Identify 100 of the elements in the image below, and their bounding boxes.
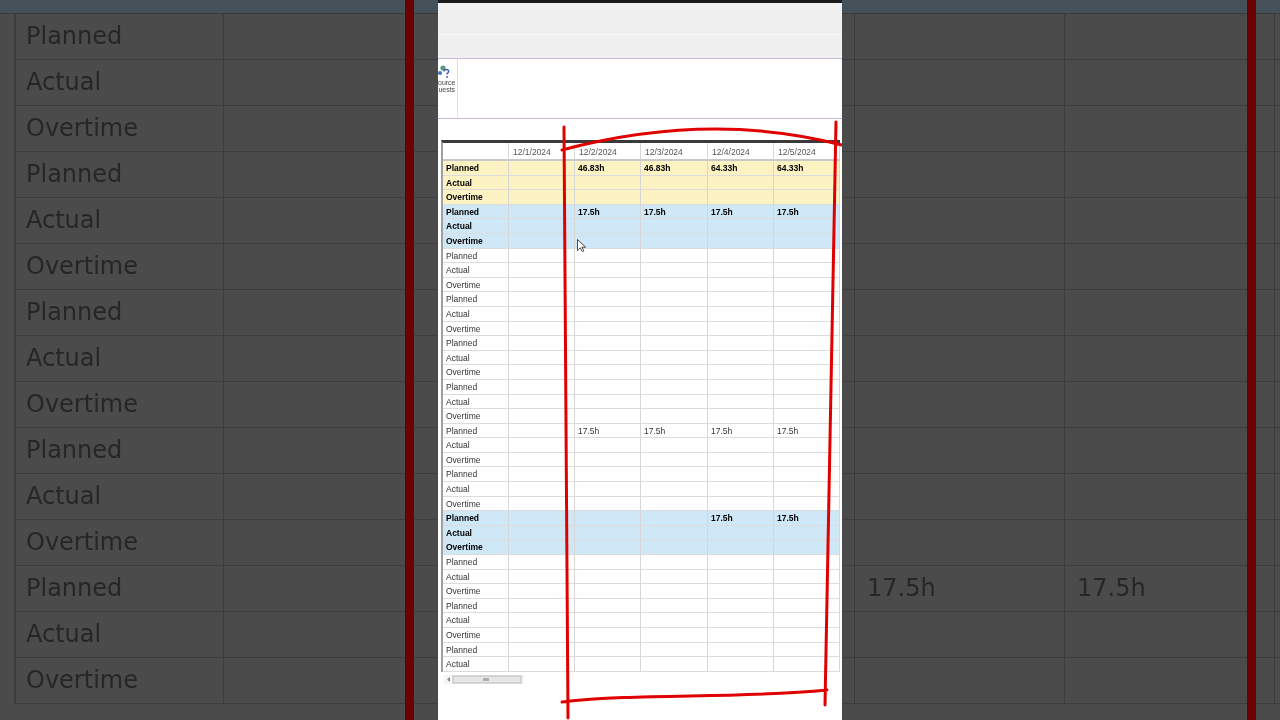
table-cell xyxy=(575,555,641,570)
row-label: Overtime xyxy=(443,628,509,643)
table-cell: 64.33h xyxy=(774,161,840,176)
table-cell xyxy=(509,613,575,628)
table-cell xyxy=(575,628,641,643)
row-label: Planned xyxy=(443,511,509,526)
table-cell xyxy=(509,409,575,424)
row-label: Actual xyxy=(443,482,509,497)
table-cell xyxy=(641,657,708,672)
table-cell xyxy=(509,277,575,293)
table-cell xyxy=(641,219,708,234)
table-cell xyxy=(509,190,575,205)
row-label: Planned xyxy=(443,467,509,483)
table-cell: 17.5h xyxy=(774,511,840,526)
table-cell xyxy=(575,642,641,658)
table-cell xyxy=(708,409,774,424)
table-cell xyxy=(708,365,774,380)
table-cell xyxy=(509,569,575,585)
table-cell xyxy=(774,233,840,249)
table-cell xyxy=(774,482,840,497)
table-cell xyxy=(509,336,575,351)
table-cell xyxy=(509,584,575,599)
table-cell xyxy=(774,394,840,410)
table-cell xyxy=(641,482,708,497)
table-cell xyxy=(575,657,641,672)
table-cell xyxy=(575,409,641,424)
table-cell xyxy=(708,292,774,307)
table-cell xyxy=(509,394,575,410)
table-cell xyxy=(641,306,708,322)
table-cell xyxy=(641,467,708,483)
table-cell xyxy=(509,292,575,307)
row-label: Planned xyxy=(443,336,509,351)
table-cell xyxy=(509,540,575,556)
table-cell xyxy=(774,379,840,395)
table-cell xyxy=(641,613,708,628)
people-question-icon xyxy=(438,65,451,79)
table-cell xyxy=(641,598,708,614)
row-label: Actual xyxy=(443,569,509,585)
table-cell xyxy=(509,161,575,176)
table-cell xyxy=(708,555,774,570)
table-cell xyxy=(774,263,840,278)
table-cell xyxy=(641,350,708,366)
table-cell xyxy=(708,306,774,322)
table-cell xyxy=(641,438,708,453)
row-label: Planned xyxy=(443,161,509,176)
table-cell xyxy=(509,657,575,672)
table-cell xyxy=(774,409,840,424)
table-cell xyxy=(509,379,575,395)
table-cell xyxy=(509,233,575,249)
table-cell xyxy=(708,438,774,453)
table-cell xyxy=(641,248,708,264)
table-cell: 64.33h xyxy=(708,161,774,176)
table-cell xyxy=(509,423,575,439)
table-cell xyxy=(641,628,708,643)
row-label: Actual xyxy=(443,350,509,366)
horizontal-scrollbar[interactable] xyxy=(444,674,524,684)
row-label: Overtime xyxy=(443,409,509,424)
table-cell xyxy=(641,452,708,468)
table-cell xyxy=(708,657,774,672)
table-cell xyxy=(708,569,774,585)
table-cell xyxy=(641,336,708,351)
table-cell xyxy=(509,642,575,658)
table-cell xyxy=(641,409,708,424)
row-label: Actual xyxy=(443,657,509,672)
table-cell xyxy=(774,584,840,599)
table-cell xyxy=(708,321,774,337)
table-cell xyxy=(774,277,840,293)
table-cell xyxy=(708,584,774,599)
table-cell xyxy=(641,190,708,205)
table-cell: 17.5h xyxy=(708,511,774,526)
table-cell xyxy=(575,482,641,497)
cursor-icon xyxy=(577,239,586,252)
table-cell xyxy=(575,394,641,410)
table-cell xyxy=(641,642,708,658)
table-cell xyxy=(641,263,708,278)
table-cell xyxy=(708,263,774,278)
table-cell xyxy=(774,467,840,483)
table-cell xyxy=(575,584,641,599)
table-cell xyxy=(774,569,840,585)
table-cell xyxy=(774,452,840,468)
table-cell xyxy=(641,569,708,585)
table-cell xyxy=(509,452,575,468)
table-cell: 17.5h xyxy=(641,423,708,439)
table-cell xyxy=(774,219,840,234)
row-label: Overtime xyxy=(443,540,509,556)
table-cell xyxy=(575,292,641,307)
table-cell xyxy=(708,482,774,497)
table-cell xyxy=(509,438,575,453)
table-cell xyxy=(641,321,708,337)
table-cell xyxy=(774,540,840,556)
table-cell xyxy=(509,306,575,322)
table-cell xyxy=(774,555,840,570)
table-cell xyxy=(708,642,774,658)
table-cell xyxy=(641,511,708,526)
table-cell xyxy=(641,292,708,307)
table-cell: 17.5h xyxy=(774,423,840,439)
table-cell xyxy=(575,379,641,395)
table-cell: 17.5h xyxy=(708,423,774,439)
row-label: Overtime xyxy=(443,277,509,293)
table-cell xyxy=(509,482,575,497)
